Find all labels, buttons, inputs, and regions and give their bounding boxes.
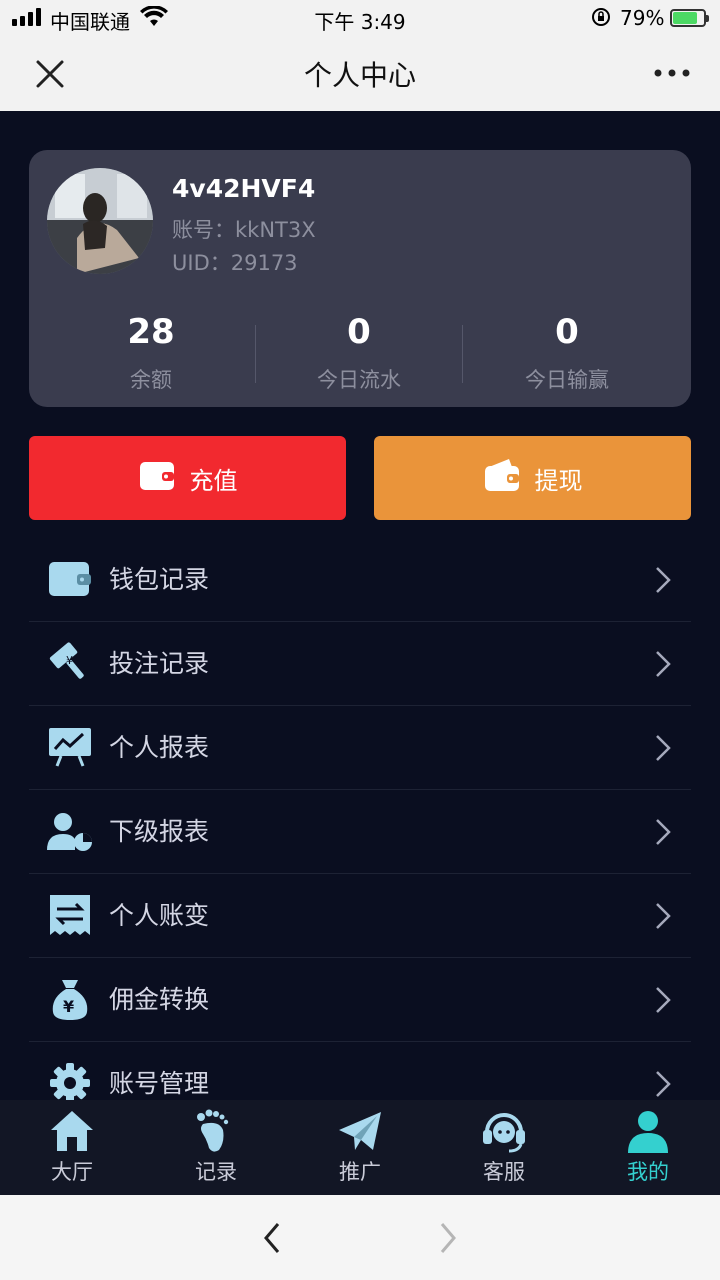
status-time: 下午 3:49: [314, 10, 406, 34]
wallet-icon: [138, 458, 176, 498]
chevron-right-icon: [653, 564, 673, 596]
stat-today-turnover: 0 今日流水: [259, 312, 459, 394]
chevron-right-icon: [653, 984, 673, 1016]
recharge-label: 充值: [189, 466, 238, 495]
footprint-icon: [193, 1108, 239, 1154]
stat-label: 余额: [130, 368, 172, 392]
tab-mine[interactable]: 我的: [576, 1100, 720, 1195]
stat-divider: [462, 325, 463, 383]
tab-label: 大厅: [51, 1160, 93, 1184]
menu-item-subordinate-report[interactable]: 下级报表: [29, 790, 691, 874]
withdraw-button[interactable]: 提现: [374, 436, 691, 520]
withdraw-label: 提现: [534, 466, 583, 495]
menu-label: 钱包记录: [109, 565, 210, 594]
tab-label: 我的: [627, 1160, 669, 1184]
menu-label: 个人账变: [109, 901, 210, 930]
stat-today-profit: 0 今日输赢: [467, 312, 667, 394]
user-icon: [625, 1108, 671, 1154]
nav-bar: 个人中心: [0, 36, 720, 111]
menu-item-bet-records[interactable]: ¥ 投注记录: [29, 622, 691, 706]
menu-label: 下级报表: [109, 817, 210, 846]
status-bar: 中国联通 下午 3:49 79%: [0, 0, 720, 36]
chevron-right-icon: [653, 900, 673, 932]
browser-toolbar: [0, 1195, 720, 1280]
gavel-icon: ¥: [47, 640, 93, 686]
stat-value: 0: [347, 312, 371, 352]
paper-plane-icon: [337, 1108, 383, 1154]
tab-label: 推广: [339, 1160, 381, 1184]
wallet-icon: [47, 556, 93, 602]
stat-divider: [255, 325, 256, 383]
uid: UID：29173: [172, 251, 298, 275]
svg-text:¥: ¥: [66, 654, 73, 667]
menu-label: 账号管理: [109, 1069, 210, 1098]
tab-records[interactable]: 记录: [144, 1100, 288, 1195]
menu-item-commission-convert[interactable]: ¥ 佣金转换: [29, 958, 691, 1042]
recharge-button[interactable]: 充值: [29, 436, 346, 520]
rotation-lock-icon: [590, 6, 612, 33]
avatar[interactable]: [47, 168, 153, 274]
tab-lobby[interactable]: 大厅: [0, 1100, 144, 1195]
account-id: 账号：kkNT3X: [172, 218, 316, 242]
menu-item-personal-report[interactable]: 个人报表: [29, 706, 691, 790]
battery-icon: [670, 9, 709, 27]
menu-label: 佣金转换: [109, 985, 210, 1014]
tab-label: 记录: [195, 1160, 237, 1184]
receipt-transfer-icon: [47, 892, 93, 938]
home-icon: [49, 1108, 95, 1154]
menu-item-account-management[interactable]: 账号管理: [29, 1042, 691, 1100]
chart-board-icon: [47, 724, 93, 770]
tab-promote[interactable]: 推广: [288, 1100, 432, 1195]
money-bag-icon: ¥: [47, 976, 93, 1022]
tab-customer-service[interactable]: 客服: [432, 1100, 576, 1195]
chevron-right-icon: [653, 732, 673, 764]
stat-label: 今日流水: [317, 368, 401, 392]
menu-item-wallet-records[interactable]: 钱包记录: [29, 538, 691, 622]
chevron-right-icon: [653, 648, 673, 680]
stat-value: 28: [127, 312, 175, 352]
chevron-right-icon: [653, 1068, 673, 1100]
menu-label: 投注记录: [109, 649, 210, 678]
more-icon[interactable]: [650, 58, 694, 88]
headset-icon: [481, 1108, 527, 1154]
page-title: 个人中心: [303, 59, 416, 92]
stat-balance: 28 余额: [51, 312, 251, 394]
back-icon[interactable]: [258, 1219, 286, 1257]
menu-label: 个人报表: [109, 733, 210, 762]
chevron-right-icon: [653, 816, 673, 848]
wallet-out-icon: [483, 457, 521, 499]
stat-label: 今日输赢: [525, 368, 609, 392]
profile-card: 4v42HVF4 账号：kkNT3X UID：29173 28 余额 0 今日流…: [29, 150, 691, 407]
forward-icon[interactable]: [434, 1219, 462, 1257]
username: 4v42HVF4: [172, 174, 316, 203]
user-pie-icon: [47, 808, 93, 854]
gear-icon: [47, 1060, 93, 1100]
tab-bar: 大厅 记录 推广 客服 我的: [0, 1100, 720, 1195]
stat-value: 0: [555, 312, 579, 352]
main-content[interactable]: 4v42HVF4 账号：kkNT3X UID：29173 28 余额 0 今日流…: [0, 111, 720, 1100]
menu-item-account-changes[interactable]: 个人账变: [29, 874, 691, 958]
tab-label: 客服: [483, 1160, 525, 1184]
svg-text:¥: ¥: [63, 997, 74, 1016]
battery-percent: 79%: [620, 6, 665, 30]
